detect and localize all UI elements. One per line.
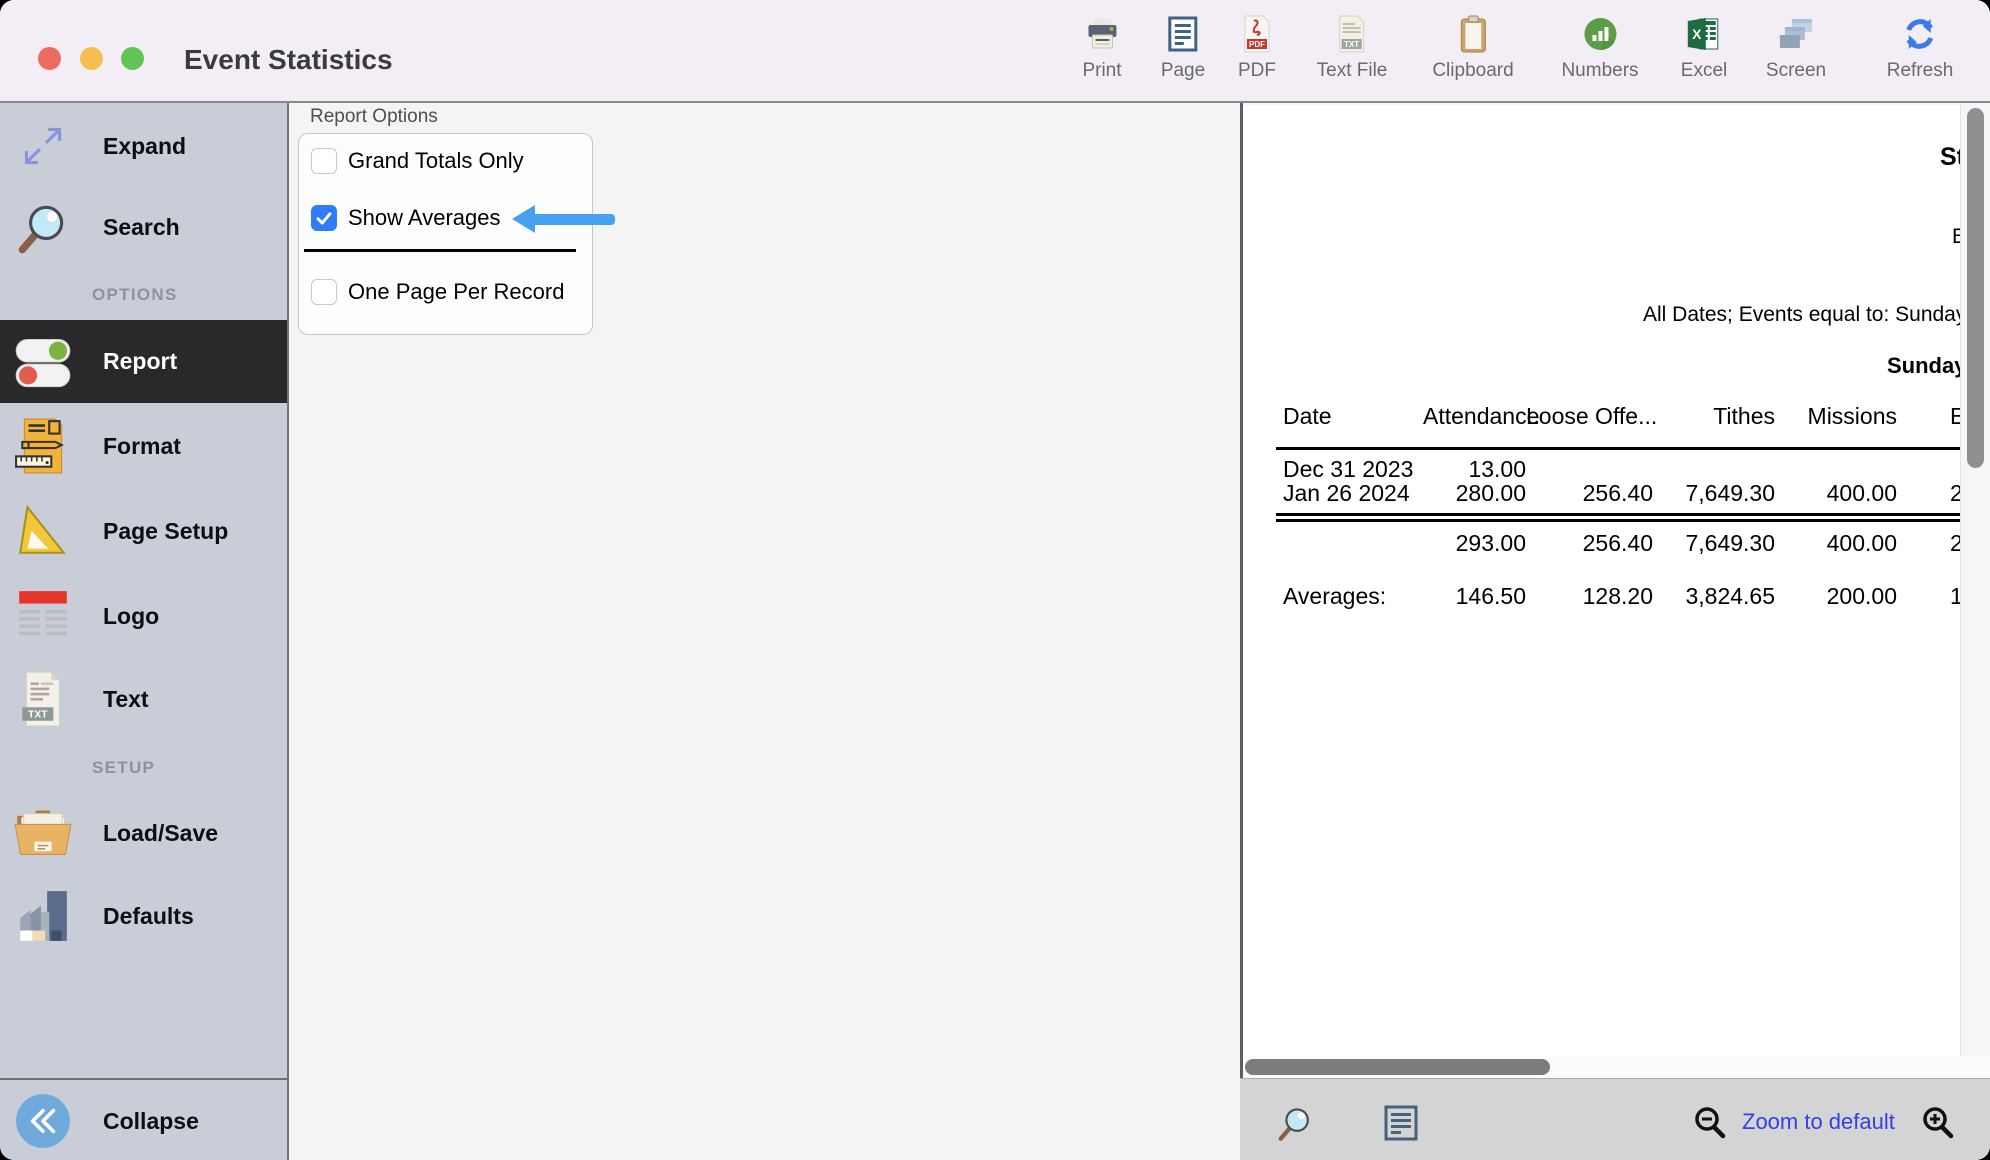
zoom-to-default-link[interactable]: Zoom to default bbox=[1742, 1109, 1895, 1135]
minimize-window-button[interactable] bbox=[80, 47, 103, 70]
svg-text:X: X bbox=[1692, 26, 1702, 42]
zoom-window-button[interactable] bbox=[121, 47, 144, 70]
sidebar-item-format[interactable]: Format bbox=[0, 404, 287, 488]
collapse-icon bbox=[13, 1091, 73, 1151]
report-toggles-icon bbox=[13, 332, 73, 392]
screen-icon bbox=[1778, 14, 1814, 54]
factory-icon bbox=[13, 886, 73, 946]
toolbar-refresh-button[interactable]: Refresh bbox=[1887, 14, 1954, 82]
toolbar-clipboard-button[interactable]: Clipboard bbox=[1432, 14, 1513, 82]
toolbar-excel-button[interactable]: X Excel bbox=[1681, 14, 1727, 82]
report-options-panel: Grand Totals Only Show Averages One Page… bbox=[298, 133, 593, 335]
zoom-in-icon[interactable] bbox=[1920, 1105, 1956, 1146]
svg-text:TXT: TXT bbox=[1344, 40, 1359, 49]
table-row: Jan 26 2024 280.00 256.40 7,649.30 400.0… bbox=[1243, 480, 1960, 507]
totals-rule-bottom bbox=[1276, 519, 1960, 522]
toolbar-print-button[interactable]: Print bbox=[1082, 14, 1121, 82]
window-title: Event Statistics bbox=[184, 44, 393, 76]
sidebar-item-logo[interactable]: Logo bbox=[0, 574, 287, 658]
sidebar-item-expand[interactable]: Expand bbox=[0, 104, 287, 188]
sidebar-item-defaults[interactable]: Defaults bbox=[0, 874, 287, 958]
page-setup-icon bbox=[13, 501, 73, 561]
checkbox-box[interactable] bbox=[311, 279, 337, 305]
toolbar-textfile-button[interactable]: TXT Text File bbox=[1317, 14, 1388, 82]
report-preview-panel: St B All Dates; Events equal to: Sunday … bbox=[1240, 103, 1990, 1160]
printer-icon bbox=[1084, 14, 1120, 54]
numbers-icon bbox=[1582, 14, 1618, 54]
logo-icon bbox=[13, 586, 73, 646]
table-totals-row: 293.00 256.40 7,649.30 400.00 2 bbox=[1243, 530, 1960, 557]
sidebar-item-text[interactable]: TXT Text bbox=[0, 657, 287, 741]
refresh-icon bbox=[1901, 14, 1939, 54]
pointer-arrow-icon bbox=[512, 205, 615, 233]
toolbar-pdf-button[interactable]: PDF PDF bbox=[1238, 14, 1276, 82]
toolbar-page-button[interactable]: Page bbox=[1161, 14, 1205, 82]
page-icon bbox=[1167, 14, 1199, 54]
preview-document-icon[interactable] bbox=[1384, 1105, 1418, 1146]
sidebar: Expand Search OPTIONS Report Format bbox=[0, 103, 289, 1160]
sidebar-item-report[interactable]: Report bbox=[0, 320, 287, 403]
sidebar-item-load-save[interactable]: Load/Save bbox=[0, 791, 287, 875]
sidebar-divider bbox=[0, 1078, 287, 1080]
checkbox-grand-totals-only[interactable]: Grand Totals Only bbox=[311, 148, 524, 174]
table-row: Dec 31 2023 13.00 bbox=[1243, 456, 1960, 483]
report-page: St B All Dates; Events equal to: Sunday … bbox=[1243, 105, 1960, 1056]
check-icon bbox=[313, 207, 335, 229]
close-window-button[interactable] bbox=[38, 47, 61, 70]
sidebar-collapse-button[interactable]: Collapse bbox=[0, 1082, 287, 1160]
sidebar-item-page-setup[interactable]: Page Setup bbox=[0, 489, 287, 573]
toolbar-screen-button[interactable]: Screen bbox=[1766, 14, 1826, 82]
sidebar-section-options: OPTIONS bbox=[92, 285, 178, 305]
vertical-scrollbar-thumb[interactable] bbox=[1967, 108, 1984, 468]
panel-separator bbox=[304, 249, 576, 252]
report-options-title: Report Options bbox=[310, 106, 438, 128]
report-group-heading-partial: Sunday bbox=[1887, 353, 1960, 379]
sidebar-section-setup: SETUP bbox=[92, 758, 155, 778]
pdf-icon: PDF bbox=[1241, 14, 1273, 54]
header-rule bbox=[1276, 447, 1960, 450]
report-heading-partial: St bbox=[1940, 143, 1960, 172]
zoom-out-icon[interactable] bbox=[1692, 1105, 1728, 1146]
checkbox-box[interactable] bbox=[311, 205, 337, 231]
svg-text:PDF: PDF bbox=[1249, 40, 1265, 49]
horizontal-scrollbar-thumb[interactable] bbox=[1245, 1059, 1550, 1075]
table-header-row: Date Attendance Loose Offe... Tithes Mis… bbox=[1243, 403, 1960, 430]
totals-rule-top bbox=[1276, 513, 1960, 516]
toolbar-numbers-button[interactable]: Numbers bbox=[1561, 14, 1638, 82]
checkbox-box[interactable] bbox=[311, 148, 337, 174]
app-window: Event Statistics Print Page PDF PDF TXT … bbox=[0, 0, 1990, 1160]
preview-search-icon[interactable] bbox=[1275, 1103, 1315, 1148]
text-file-icon: TXT bbox=[1336, 14, 1368, 54]
checkbox-show-averages[interactable]: Show Averages bbox=[311, 205, 500, 231]
text-doc-icon: TXT bbox=[13, 669, 73, 729]
clipboard-icon bbox=[1459, 14, 1487, 54]
excel-icon: X bbox=[1686, 14, 1722, 54]
folder-icon bbox=[13, 803, 73, 863]
titlebar: Event Statistics Print Page PDF PDF TXT … bbox=[0, 0, 1990, 103]
expand-icon bbox=[13, 116, 73, 176]
report-subheading-partial: B bbox=[1952, 225, 1960, 249]
vertical-scrollbar[interactable] bbox=[1960, 105, 1990, 1056]
report-filter-line: All Dates; Events equal to: Sunday M bbox=[1643, 303, 1960, 327]
sidebar-item-search[interactable]: Search bbox=[0, 185, 287, 269]
format-icon bbox=[13, 416, 73, 476]
horizontal-scrollbar[interactable] bbox=[1243, 1056, 1990, 1078]
checkbox-one-page-per-record[interactable]: One Page Per Record bbox=[311, 279, 564, 305]
svg-text:TXT: TXT bbox=[28, 710, 48, 721]
table-averages-row: Averages: 146.50 128.20 3,824.65 200.00 … bbox=[1243, 583, 1960, 610]
preview-bottom-toolbar: Zoom to default bbox=[1240, 1078, 1990, 1160]
search-icon bbox=[13, 197, 73, 257]
